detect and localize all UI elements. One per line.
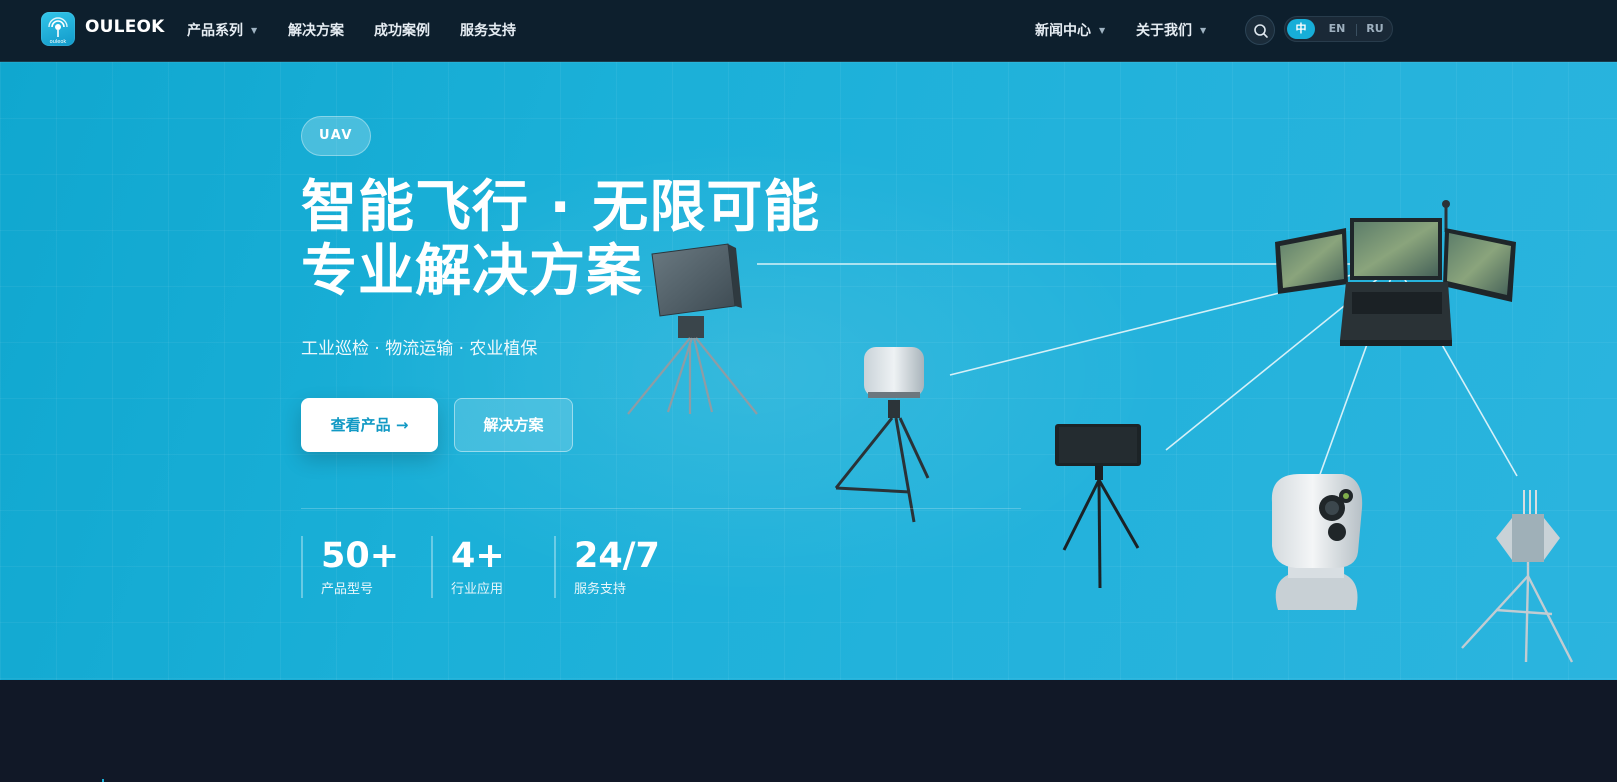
stat-value: 24/7 xyxy=(574,536,660,576)
stat-service: 24/7 服务支持 xyxy=(554,536,660,598)
ptz-camera-device xyxy=(1271,474,1363,610)
hero-divider xyxy=(301,508,1021,509)
hero-subtitle: 工业巡检 · 物流运输 · 农业植保 xyxy=(301,339,538,359)
caret-down-icon: ▼ xyxy=(251,25,258,35)
nav-cases[interactable]: 成功案例 xyxy=(374,20,430,40)
nav-products[interactable]: 产品系列 ▼ xyxy=(187,20,257,40)
stat-label: 产品型号 xyxy=(321,582,374,597)
lang-ru[interactable]: RU xyxy=(1361,19,1389,39)
hero-title: 智能飞行 · 无限可能 专业解决方案 xyxy=(301,176,820,304)
search-icon xyxy=(1254,24,1268,38)
jammer-box-device xyxy=(1055,424,1141,589)
stat-value: 4+ xyxy=(451,536,505,576)
uav-badge: UAV xyxy=(301,116,371,156)
nav-support[interactable]: 服务支持 xyxy=(460,20,516,40)
lang-en[interactable]: EN xyxy=(1323,19,1351,39)
dome-radar-device xyxy=(834,347,930,523)
next-section xyxy=(0,680,1617,782)
svg-text:ouleok: ouleok xyxy=(50,39,67,45)
stat-value: 50+ xyxy=(321,536,400,576)
nav-about-label: 关于我们 xyxy=(1136,23,1192,39)
caret-down-icon: ▼ xyxy=(1200,25,1207,35)
stat-label: 服务支持 xyxy=(574,582,627,597)
lang-zh[interactable]: 中 xyxy=(1287,19,1315,39)
top-navigation: ouleok OULEOK 产品系列 ▼ 解决方案 成功案例 服务支持 新闻中心 ▼… xyxy=(0,0,1617,62)
stat-industries: 4+ 行业应用 xyxy=(431,536,505,598)
nav-products-label: 产品系列 xyxy=(187,23,243,39)
nav-solutions[interactable]: 解决方案 xyxy=(288,20,344,40)
hero-title-line2: 专业解决方案 xyxy=(301,239,643,304)
nav-news-label: 新闻中心 xyxy=(1035,23,1091,39)
hero-title-line1: 智能飞行 · 无限可能 xyxy=(301,175,821,240)
solutions-button[interactable]: 解决方案 xyxy=(454,398,573,452)
view-products-button[interactable]: 查看产品 → xyxy=(301,398,438,452)
language-switcher: 中 EN RU xyxy=(1284,16,1393,42)
sensor-tripod-device xyxy=(1461,490,1574,663)
command-laptop-device xyxy=(1275,200,1516,346)
ouleok-logo[interactable]: ouleok xyxy=(41,12,75,46)
nav-news[interactable]: 新闻中心 ▼ xyxy=(1035,20,1105,40)
logo-signal-icon: ouleok xyxy=(48,17,68,45)
caret-down-icon: ▼ xyxy=(1099,25,1106,35)
stat-products: 50+ 产品型号 xyxy=(301,536,399,598)
lang-divider xyxy=(1356,24,1357,36)
search-button[interactable] xyxy=(1245,15,1275,45)
hero-section: UAV 智能飞行 · 无限可能 专业解决方案 工业巡检 · 物流运输 · 农业植… xyxy=(0,62,1617,680)
stat-label: 行业应用 xyxy=(451,582,504,597)
brand-name[interactable]: OULEOK xyxy=(85,17,165,37)
equipment-network-illustration xyxy=(627,200,1574,663)
nav-about[interactable]: 关于我们 ▼ xyxy=(1136,20,1206,40)
